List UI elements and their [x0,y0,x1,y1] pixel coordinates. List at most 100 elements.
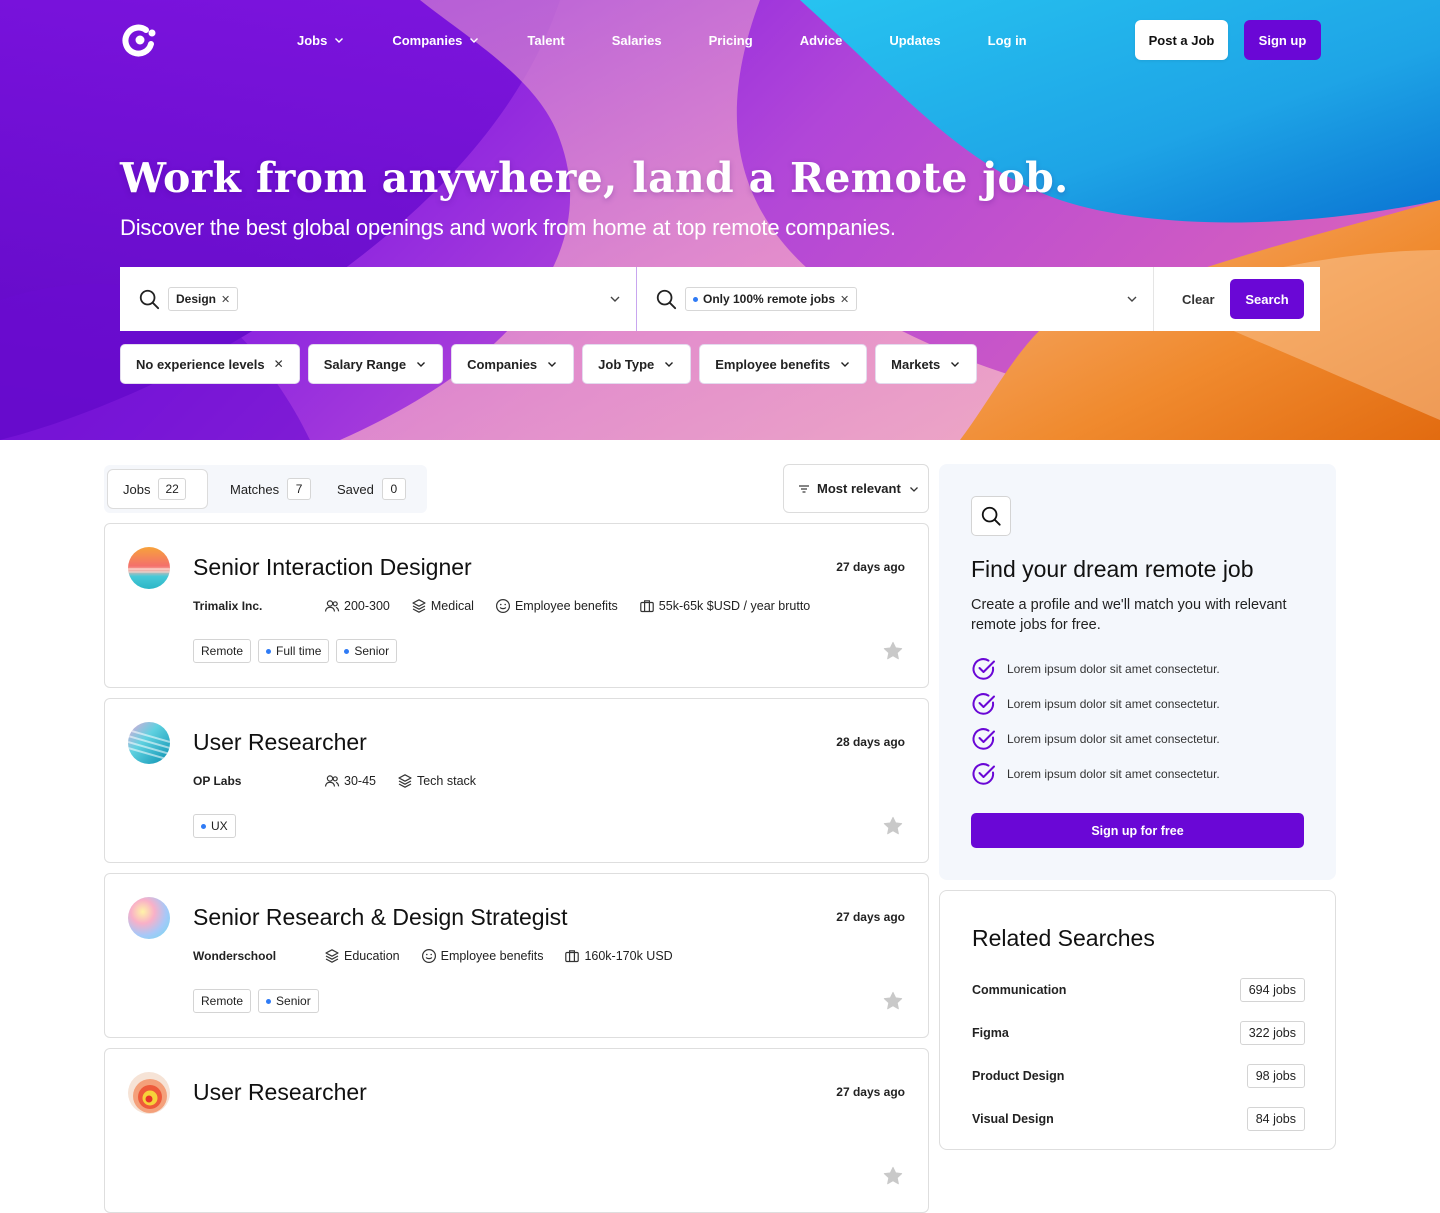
job-meta-text: 55k-65k $USD / year brutto [658,599,811,613]
filter-salary-range[interactable]: Salary Range [307,344,444,384]
nav-link-updates[interactable]: Updates [889,33,940,48]
tab-label: Saved [337,481,374,497]
sort-dropdown[interactable]: Most relevant [783,464,929,513]
remote-only-chip[interactable]: Only 100% remote jobs ✕ [685,287,858,311]
nav-link-advice[interactable]: Advice [800,33,843,48]
chevron-down-icon [335,38,344,43]
briefcase-icon [639,598,655,614]
star-save-icon[interactable] [882,990,904,1012]
tab-count-badge: 7 [287,478,312,500]
tab-saved[interactable]: Saved 0 [322,469,421,509]
filter-employee-benefits[interactable]: Employee benefits [699,344,868,384]
job-meta-text: 200-300 [344,599,390,613]
chevron-down-icon [417,362,426,367]
company-name[interactable]: Trimalix Inc. [193,599,324,613]
star-save-icon[interactable] [882,1165,904,1187]
job-tag[interactable]: Remote [193,639,252,663]
filter-no-experience-levels[interactable]: No experience levels ✕ [120,344,300,384]
signup-free-button[interactable]: Sign up for free [971,813,1304,848]
brand-logo-icon[interactable] [120,22,158,58]
nav-link-label: Pricing [708,32,753,48]
clear-button[interactable]: Clear [1182,267,1215,331]
filter-companies[interactable]: Companies [451,344,575,384]
benefit-text: Lorem ipsum dolor sit amet consectetur. [1007,696,1220,711]
nav-link-salaries[interactable]: Salaries [612,33,662,48]
related-search-item[interactable]: Visual Design 84 jobs [972,1107,1305,1131]
job-tag-label: Full time [276,644,322,658]
job-meta-text: Medical [430,599,474,613]
job-meta-text: Employee benefits [514,599,618,613]
signup-button[interactable]: Sign up [1244,20,1321,60]
tab-count-badge: 22 [158,478,186,500]
job-meta-item: 200-300 [324,598,390,614]
related-searches-card: Related Searches Communication 694 jobs Fi… [939,890,1336,1150]
job-tag[interactable]: UX [193,814,236,838]
related-search-item[interactable]: Communication 694 jobs [972,978,1305,1002]
job-card[interactable]: User Researcher 28 days ago OP Labs 30-45 Te… [104,698,929,863]
chevron-down-icon [951,362,960,367]
search-icon [981,506,1001,526]
nav-link-talent[interactable]: Talent [527,33,564,48]
job-meta-text: 160k-170k USD [584,949,673,963]
job-card[interactable]: User Researcher 27 days ago [104,1048,929,1213]
promo-description: Create a profile and we'll match you wit… [971,597,1287,633]
tab-matches[interactable]: Matches 7 [215,469,326,509]
nav-link-jobs[interactable]: Jobs [297,33,345,48]
tab-count-badge: 0 [381,478,406,500]
nav-link-pricing[interactable]: Pricing [709,33,753,48]
keyword-chip[interactable]: Design ✕ [168,287,239,311]
company-logo-avatar [128,897,170,939]
chevron-down-icon[interactable] [1125,292,1139,306]
job-meta-item: 30-45 [324,773,376,789]
location-search-field[interactable]: Only 100% remote jobs ✕ [637,267,1154,331]
status-dot-icon [693,296,698,302]
remove-chip-icon[interactable]: ✕ [840,293,849,306]
filter-markets[interactable]: Markets [875,344,978,384]
chevron-down-icon [841,362,850,367]
job-tag[interactable]: Full time [258,639,330,663]
job-tag[interactable]: Remote [193,989,252,1013]
star-save-icon[interactable] [882,640,904,662]
job-title[interactable]: User Researcher [193,729,367,756]
remove-filter-icon[interactable]: ✕ [274,357,284,371]
check-circle-icon [972,657,995,680]
chevron-down-icon[interactable] [608,292,622,306]
job-title[interactable]: Senior Interaction Designer [193,554,472,581]
job-title[interactable]: User Researcher [193,1079,367,1106]
related-search-label: Figma [972,1026,1009,1040]
top-navigation: Jobs Companies Talent Salaries Pricing Advice… [0,0,1440,80]
nav-link-log-in[interactable]: Log in [988,33,1027,48]
related-searches-title: Related Searches [972,925,1155,951]
job-meta-item: 55k-65k $USD / year brutto [639,598,810,614]
keyword-search-field[interactable]: Design ✕ [120,267,637,331]
nav-link-label: Talent [527,32,565,48]
job-meta-text: 30-45 [344,774,376,788]
star-save-icon[interactable] [882,815,904,837]
company-logo-avatar [128,547,170,589]
job-card[interactable]: Senior Interaction Designer 27 days ago Tr… [104,523,929,688]
job-card[interactable]: Senior Research & Design Strategist 27 da… [104,873,929,1038]
filter-job-type[interactable]: Job Type [582,344,692,384]
nav-link-label: Advice [799,32,843,48]
related-search-item[interactable]: Product Design 98 jobs [972,1064,1305,1088]
company-name[interactable]: OP Labs [193,774,324,788]
company-name[interactable]: Wonderschool [193,949,324,963]
job-tag[interactable]: Senior [336,639,398,663]
benefit-text: Lorem ipsum dolor sit amet consectetur. [1007,766,1220,781]
tag-dot-icon [344,648,350,654]
job-title[interactable]: Senior Research & Design Strategist [193,904,568,931]
search-icon [139,289,160,310]
search-button[interactable]: Search [1230,279,1304,319]
nav-link-label: Salaries [611,32,662,48]
job-meta-item: Employee benefits [421,948,543,964]
job-tag[interactable]: Senior [258,989,319,1013]
nav-link-companies[interactable]: Companies [392,33,480,48]
related-search-count: 322 jobs [1239,1021,1305,1045]
nav-link-label: Companies [392,32,463,48]
post-job-button[interactable]: Post a Job [1135,20,1228,60]
job-meta: Trimalix Inc. 200-300 Medical Employee bene… [193,598,831,614]
company-logo-avatar [128,722,170,764]
related-search-item[interactable]: Figma 322 jobs [972,1021,1305,1045]
remove-chip-icon[interactable]: ✕ [221,293,230,306]
tab-jobs[interactable]: Jobs 22 [107,469,208,509]
